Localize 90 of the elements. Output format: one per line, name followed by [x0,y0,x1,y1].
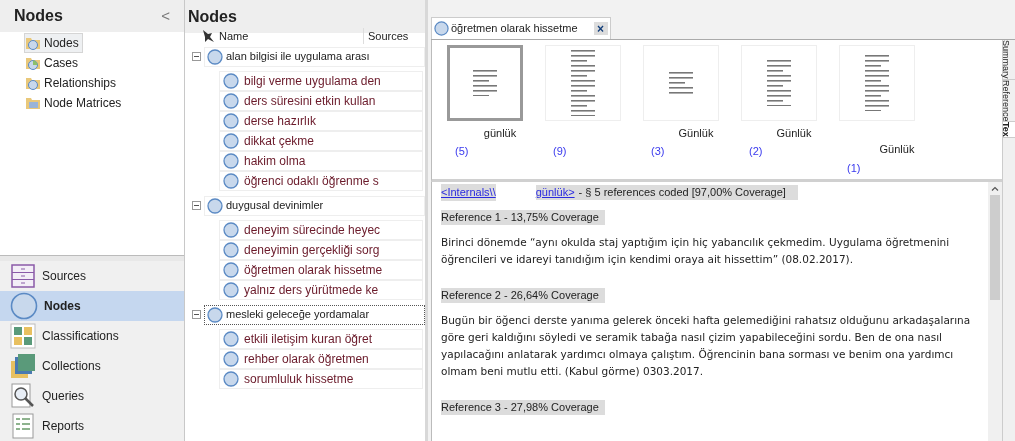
magnifier-icon [10,383,36,409]
child-node-row[interactable]: derse hazırlık [219,111,423,131]
collapse-toggle[interactable] [192,201,201,210]
collapse-toggle[interactable] [192,310,201,319]
node-row[interactable]: mesleki geleceğe yordamalar [203,304,425,325]
node-icon [223,113,239,129]
child-node-row[interactable]: hakim olma [219,151,423,171]
thumbnail-caption: günlük [483,125,517,141]
source-link[interactable]: günlük> [535,184,575,201]
thumbnail-frame[interactable] [447,45,523,121]
child-node-row[interactable]: etkili iletişim kuran öğret [219,329,423,349]
reference-heading: Reference 1 - 13,75% Coverage [441,210,605,225]
collapse-button[interactable]: < [161,4,170,28]
child-node-row[interactable]: öğrenci odaklı öğrenme s [219,171,423,191]
thumbnail-caption: Günlük [879,142,915,157]
node-icon [223,331,239,347]
document-text-lines [767,59,791,107]
reference-count: (5) [455,144,469,159]
child-node-row[interactable]: yalnız ders yürütmede ke [219,280,423,300]
node-icon [223,153,239,169]
node-icon [223,282,239,298]
child-node-row[interactable]: rehber olarak öğretmen [219,349,423,369]
tree-item[interactable]: Node Matrices [24,93,126,113]
reference-text: Bugün bir öğenci derste yanıma gelerek önceki hafta gelemediğini rahatsız olduğunu arkadaşalarına göre geri kaldığını söyledi ve seramik tabağa nasıl çizim yapabileceğini sordu. Ben de ona nasıl yapılacağını anlatarak yardımcı olmaya çalıştım. Öğrencinin bana sorması ve benim ona yardımcı olmam beni mutlu etti. (Kabul görme) 0303.2017. [441,313,972,379]
stacked-squares-icon [10,353,36,379]
document-text-lines [865,54,889,112]
section-item[interactable]: Sources [0,261,184,291]
coding-summary: - § 5 references coded [97,00% Coverage] [578,185,786,201]
node-icon [223,133,239,149]
section-item[interactable]: Reports [0,411,184,441]
side-tab[interactable]: Tex [1003,122,1015,138]
column-header[interactable]: Name [219,27,363,45]
collapse-toggle[interactable] [192,52,201,61]
node-icon [223,242,239,258]
document-text-lines [669,72,693,94]
node-icon [434,21,449,36]
folder-icon [25,55,41,71]
node-icon [223,173,239,189]
tree-item[interactable]: Cases [24,53,82,73]
child-node-row[interactable]: sorumluluk hissetme [219,369,423,389]
side-tab[interactable]: Summary [1003,40,1015,80]
column-header[interactable]: Sources [363,27,409,45]
tree-item[interactable]: Nodes [24,33,83,53]
section-item[interactable]: Collections [0,351,184,381]
panel-title: Nodes [188,6,237,27]
child-node-row[interactable]: bilgi verme uygulama den [219,71,423,91]
tree-item[interactable]: Relationships [24,73,121,93]
reference-heading: Reference 2 - 26,64% Coverage [441,288,605,303]
reference-count: (1) [847,160,861,176]
node-icon [223,262,239,278]
child-node-row[interactable]: ders süresini etkin kullan [219,91,423,111]
section-item[interactable]: Nodes [0,291,184,321]
folder-icon [25,75,41,91]
document-text-lines [473,69,497,97]
node-icon [223,73,239,89]
reference-heading: Reference 3 - 27,98% Coverage [441,400,605,415]
node-icon [206,48,223,65]
child-node-row[interactable]: deneyim sürecinde heyec [219,220,423,240]
pin-icon [201,29,215,43]
section-item[interactable]: Queries [0,381,184,411]
thumbnail-caption: Günlük [678,125,714,141]
child-node-row[interactable]: öğretmen olarak hissetme [219,260,423,280]
thumbnail-caption: Günlük [776,125,812,141]
node-icon [223,222,239,238]
child-node-row[interactable]: dikkat çekme [219,131,423,151]
child-node-row[interactable]: deneyimin gerçekliği sorg [219,240,423,260]
reference-count: (9) [553,144,567,159]
node-icon [223,351,239,367]
reference-count: (3) [651,144,665,159]
node-icon [10,292,38,320]
node-icon [223,93,239,109]
close-button[interactable]: × [593,22,608,35]
reference-text: Birinci dönemde “aynı okulda staj yaptığım için hiç yabancılık çekmedim. Uygulama öğretmenini öğrencileri ve idareyi tanıdığım için kendimi oraya ait hissettim” (08.02.2017). [441,235,951,267]
node-icon [206,306,223,323]
source-link[interactable]: <Internals\\ [441,184,496,201]
reference-count: (2) [749,144,763,159]
folder-icon [25,35,41,51]
document-text-lines [571,49,595,117]
grid-icon [10,323,36,349]
section-item[interactable]: Classifications [0,321,184,351]
node-icon [206,197,223,214]
node-icon [223,371,239,387]
report-icon [10,413,36,439]
document-tab[interactable]: öğretmen olarak hissetme × [431,17,611,39]
node-row[interactable]: alan bilgisi ile uygulama arası [203,46,425,67]
node-row[interactable]: duygusal devinimler [203,195,425,216]
scrollbar[interactable] [988,182,1002,441]
panel-title: Nodes [14,6,63,26]
grid-folder-icon [25,95,41,111]
scroll-up-icon[interactable] [991,186,999,191]
